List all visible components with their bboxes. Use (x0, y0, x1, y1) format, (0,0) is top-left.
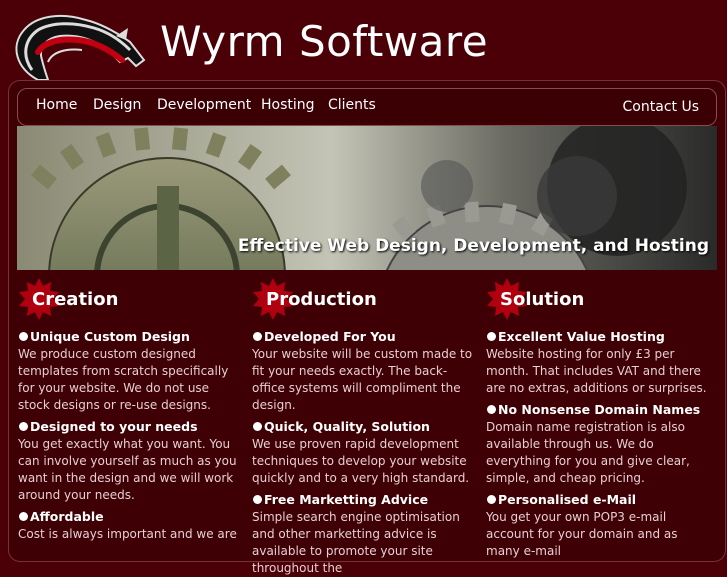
bullet-icon (253, 332, 262, 341)
bullet-icon (487, 405, 496, 414)
feature-item: Personalised e-Mail You get your own POP… (486, 491, 712, 560)
bullet-icon (487, 495, 496, 504)
solution-column: Solution Excellent Value Hosting Website… (486, 278, 712, 560)
production-column: Production Developed For You Your websit… (252, 278, 478, 577)
creation-column: Creation Unique Custom Design We produce… (18, 278, 244, 543)
bullet-icon (487, 332, 496, 341)
hero-banner: Effective Web Design, Development, and H… (17, 126, 717, 270)
feature-text: Website hosting for only £3 per month. T… (486, 347, 707, 395)
feature-item: Quick, Quality, Solution We use proven r… (252, 418, 478, 487)
nav-contact-us[interactable]: Contact Us (623, 99, 699, 115)
column-title: Solution (500, 289, 585, 310)
feature-item: Designed to your needs You get exactly w… (18, 418, 244, 504)
column-heading: Production (252, 278, 478, 324)
feature-item: Developed For You Your website will be c… (252, 328, 478, 414)
nav-design[interactable]: Design (93, 97, 141, 113)
nav-clients[interactable]: Clients (328, 97, 376, 113)
feature-title: Unique Custom Design (30, 329, 190, 344)
feature-item: Excellent Value Hosting Website hosting … (486, 328, 712, 397)
feature-text: Simple search engine optimisation and ot… (252, 510, 460, 575)
feature-text: You get your own POP3 e-mail account for… (486, 510, 678, 558)
bullet-icon (253, 495, 262, 504)
site-title: Wyrm Software (160, 17, 489, 66)
feature-title: Personalised e-Mail (498, 492, 637, 507)
main-nav: Home Design Development Hosting Clients … (17, 88, 717, 126)
feature-title: No Nonsense Domain Names (498, 402, 701, 417)
feature-title: Designed to your needs (30, 419, 198, 434)
bullet-icon (19, 332, 28, 341)
feature-text: Cost is always important and we are (18, 527, 237, 541)
bullet-icon (19, 512, 28, 521)
nav-hosting[interactable]: Hosting (261, 97, 315, 113)
bullet-icon (19, 422, 28, 431)
column-heading: Creation (18, 278, 244, 324)
feature-text: We use proven rapid development techniqu… (252, 437, 470, 485)
feature-title: Free Marketting Advice (264, 492, 429, 507)
feature-item: No Nonsense Domain Names Domain name reg… (486, 401, 712, 487)
feature-item: Unique Custom Design We produce custom d… (18, 328, 244, 414)
feature-item: Affordable Cost is always important and … (18, 508, 244, 543)
column-title: Creation (32, 289, 119, 310)
feature-text: You get exactly what you want. You can i… (18, 437, 237, 502)
feature-text: Domain name registration is also availab… (486, 420, 690, 485)
feature-text: Your website will be custom made to fit … (252, 347, 473, 412)
banner-tagline: Effective Web Design, Development, and H… (237, 236, 709, 256)
feature-item: Free Marketting Advice Simple search eng… (252, 491, 478, 577)
feature-text: We produce custom designed templates fro… (18, 347, 229, 412)
column-heading: Solution (486, 278, 712, 324)
feature-title: Quick, Quality, Solution (264, 419, 430, 434)
column-title: Production (266, 289, 377, 310)
site-header: Wyrm Software (0, 0, 727, 82)
nav-home[interactable]: Home (36, 97, 77, 113)
nav-development[interactable]: Development (157, 97, 251, 113)
feature-title: Excellent Value Hosting (498, 329, 665, 344)
dragon-logo[interactable] (8, 6, 150, 82)
bullet-icon (253, 422, 262, 431)
feature-title: Developed For You (264, 329, 396, 344)
feature-title: Affordable (30, 509, 104, 524)
